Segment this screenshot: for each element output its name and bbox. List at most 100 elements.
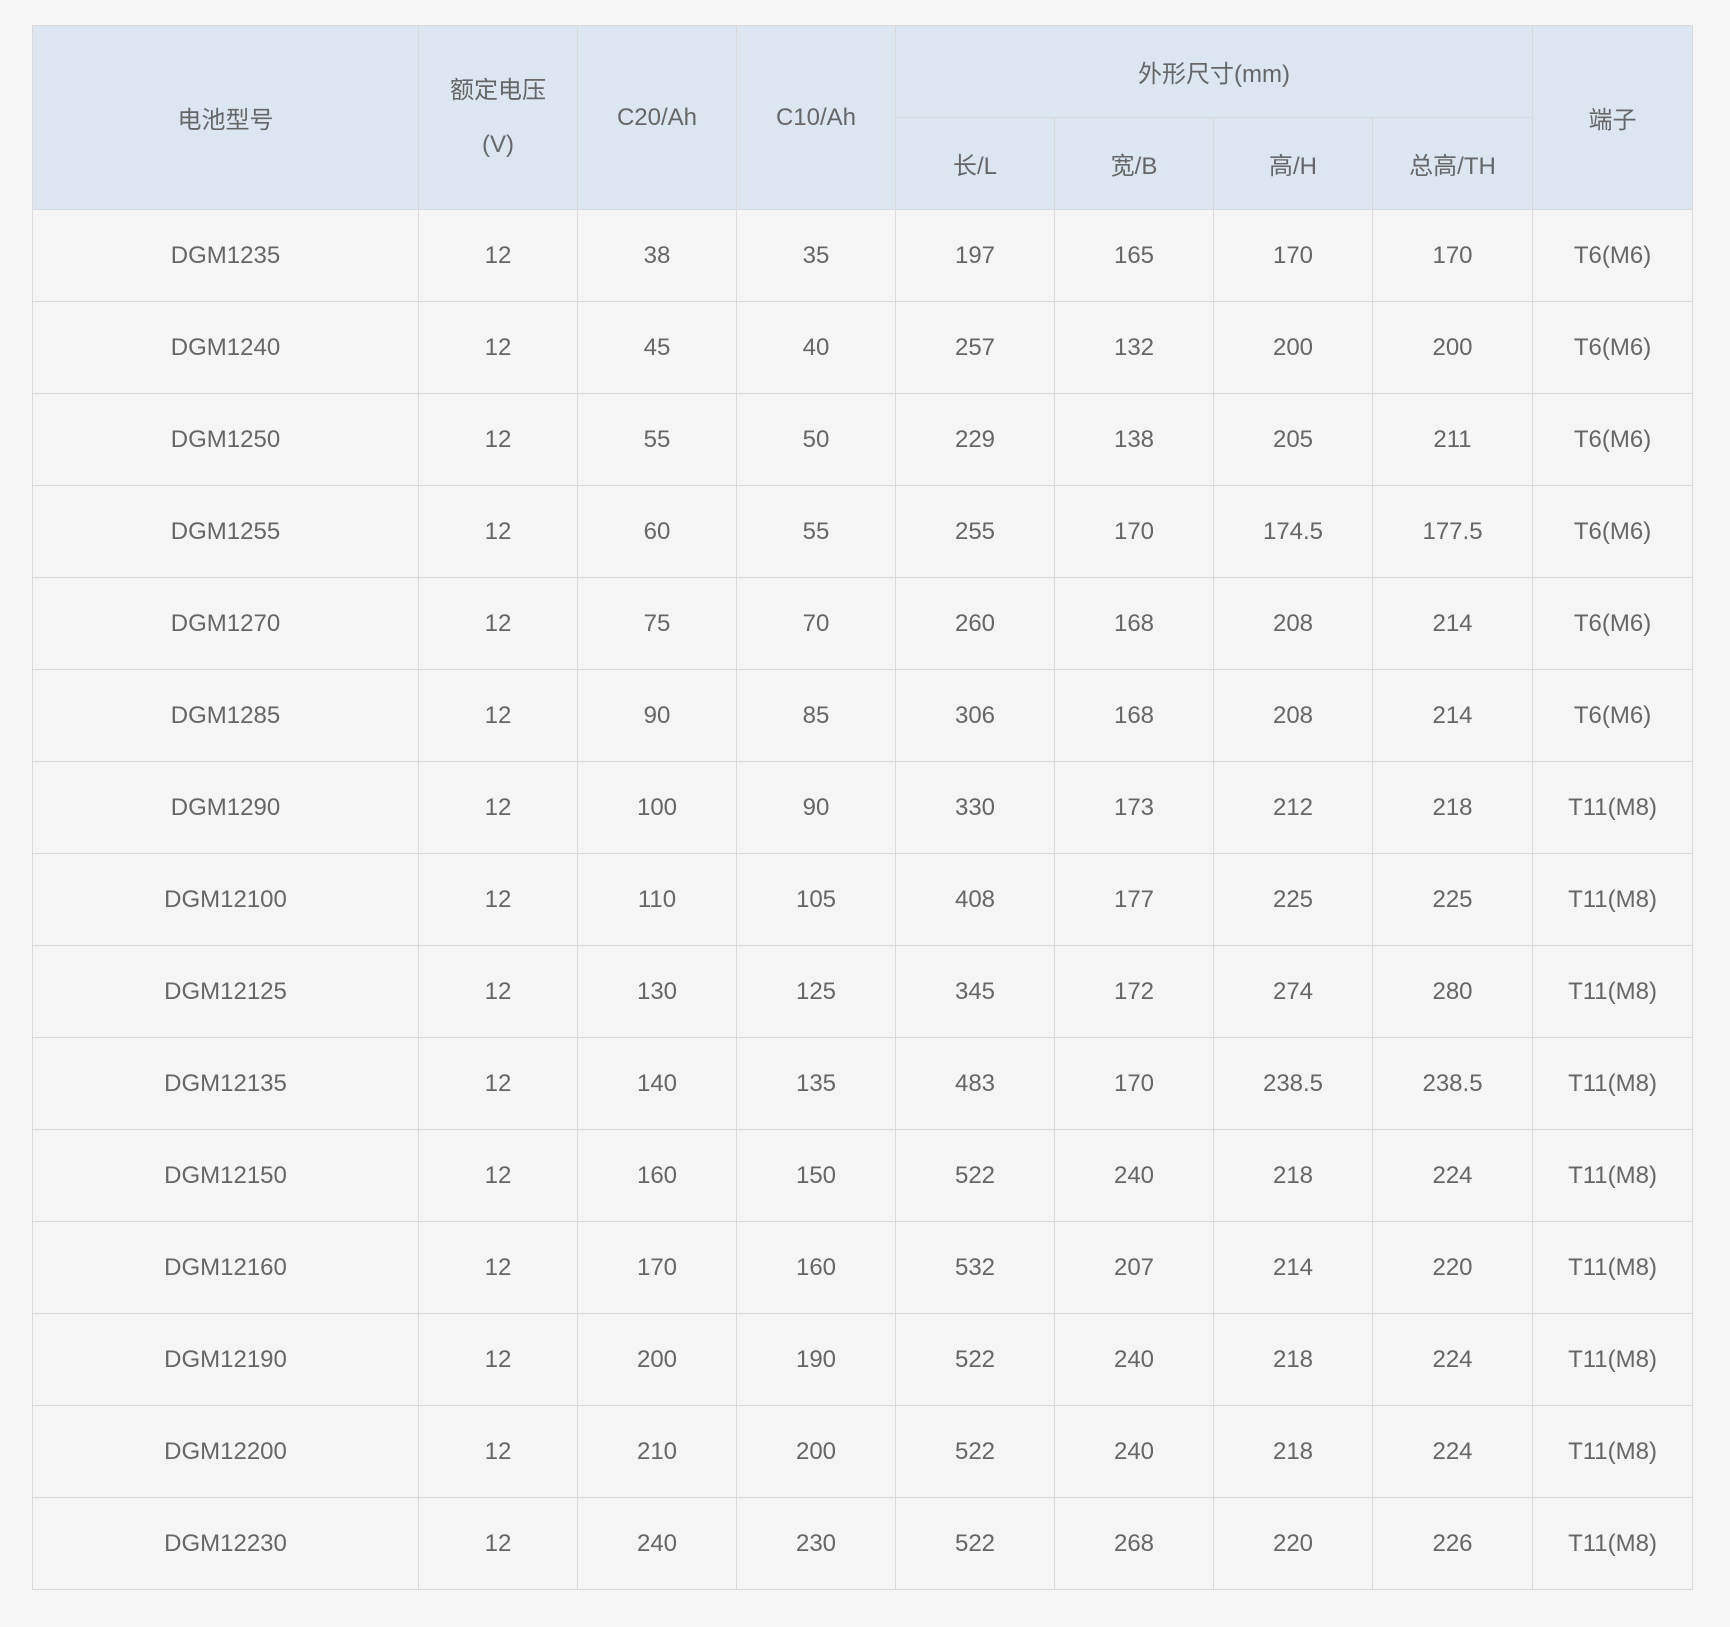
c20-cell: 38 [577,209,737,302]
table-row: DGM12100 12 110 105 408 177 225 225 T11(M8) [32,853,1694,946]
table-row: DGM12135 12 140 135 483 170 238.5 238.5 T11(M8) [32,1037,1694,1130]
height-cell: 200 [1213,301,1373,394]
voltage-cell: 12 [418,761,578,854]
total-height-cell: 225 [1371,853,1534,946]
terminal-cell: T11(M8) [1532,1497,1694,1590]
length-cell: 483 [895,1037,1055,1130]
header-model: 电池型号 [32,25,419,210]
table-row: DGM1255 12 60 55 255 170 174.5 177.5 T6(M6) [32,485,1694,578]
c20-cell: 160 [577,1129,737,1222]
height-cell: 212 [1213,761,1373,854]
terminal-cell: T11(M8) [1532,853,1694,946]
length-cell: 330 [895,761,1055,854]
length-cell: 522 [895,1405,1055,1498]
height-cell: 214 [1213,1221,1373,1314]
voltage-cell: 12 [418,485,578,578]
model-cell: DGM12150 [32,1129,419,1222]
length-cell: 197 [895,209,1055,302]
battery-spec-table: 电池型号 额定电压 (V) C20/Ah C10/Ah 外形尺寸(mm) 端子 … [32,25,1694,1590]
c20-cell: 90 [577,669,737,762]
width-cell: 240 [1054,1405,1214,1498]
c20-cell: 55 [577,393,737,486]
c10-cell: 50 [736,393,896,486]
length-cell: 532 [895,1221,1055,1314]
height-cell: 274 [1213,945,1373,1038]
table-row: DGM12190 12 200 190 522 240 218 224 T11(M8) [32,1313,1694,1406]
header-voltage: 额定电压 (V) [418,25,578,210]
table-row: DGM1285 12 90 85 306 168 208 214 T6(M6) [32,669,1694,762]
header-c10: C10/Ah [736,25,896,210]
model-cell: DGM12135 [32,1037,419,1130]
total-height-cell: 224 [1371,1129,1534,1222]
width-cell: 168 [1054,669,1214,762]
table-row: DGM12200 12 210 200 522 240 218 224 T11(M8) [32,1405,1694,1498]
table-row: DGM1250 12 55 50 229 138 205 211 T6(M6) [32,393,1694,486]
c10-cell: 35 [736,209,896,302]
total-height-cell: 218 [1371,761,1534,854]
c10-cell: 150 [736,1129,896,1222]
model-cell: DGM12230 [32,1497,419,1590]
width-cell: 168 [1054,577,1214,670]
c10-cell: 135 [736,1037,896,1130]
length-cell: 257 [895,301,1055,394]
c10-cell: 90 [736,761,896,854]
model-cell: DGM1285 [32,669,419,762]
header-dimensions: 外形尺寸(mm) [894,25,1534,118]
terminal-cell: T11(M8) [1532,1129,1694,1222]
terminal-cell: T11(M8) [1532,945,1694,1038]
table-row: DGM1240 12 45 40 257 132 200 200 T6(M6) [32,301,1694,394]
voltage-cell: 12 [418,1221,578,1314]
height-cell: 220 [1213,1497,1373,1590]
model-cell: DGM12100 [32,853,419,946]
model-cell: DGM12160 [32,1221,419,1314]
width-cell: 268 [1054,1497,1214,1590]
terminal-cell: T6(M6) [1532,209,1694,302]
c20-cell: 60 [577,485,737,578]
page: 电池型号 额定电压 (V) C20/Ah C10/Ah 外形尺寸(mm) 端子 … [0,0,1730,1627]
terminal-cell: T11(M8) [1532,1221,1694,1314]
voltage-cell: 12 [418,1129,578,1222]
total-height-cell: 220 [1371,1221,1534,1314]
height-cell: 208 [1213,577,1373,670]
c20-cell: 210 [577,1405,737,1498]
terminal-cell: T6(M6) [1532,393,1694,486]
header-width: 宽/B [1054,117,1214,210]
c10-cell: 200 [736,1405,896,1498]
length-cell: 522 [895,1497,1055,1590]
model-cell: DGM12190 [32,1313,419,1406]
header-c20: C20/Ah [577,25,737,210]
height-cell: 208 [1213,669,1373,762]
height-cell: 238.5 [1213,1037,1373,1130]
terminal-cell: T6(M6) [1532,301,1694,394]
total-height-cell: 177.5 [1371,485,1534,578]
model-cell: DGM1290 [32,761,419,854]
table-row: DGM1270 12 75 70 260 168 208 214 T6(M6) [32,577,1694,670]
width-cell: 170 [1054,1037,1214,1130]
header-total-height: 总高/TH [1371,117,1534,210]
total-height-cell: 214 [1371,577,1534,670]
header-voltage-label: 额定电压 [450,76,546,104]
height-cell: 218 [1213,1405,1373,1498]
length-cell: 260 [895,577,1055,670]
c20-cell: 140 [577,1037,737,1130]
c10-cell: 160 [736,1221,896,1314]
table-row: DGM12150 12 160 150 522 240 218 224 T11(M8) [32,1129,1694,1222]
header-height: 高/H [1213,117,1373,210]
length-cell: 345 [895,945,1055,1038]
terminal-cell: T11(M8) [1532,1313,1694,1406]
c20-cell: 200 [577,1313,737,1406]
voltage-cell: 12 [418,393,578,486]
table-header: 电池型号 额定电压 (V) C20/Ah C10/Ah 外形尺寸(mm) 端子 … [32,25,1694,210]
model-cell: DGM1255 [32,485,419,578]
width-cell: 207 [1054,1221,1214,1314]
total-height-cell: 226 [1371,1497,1534,1590]
model-cell: DGM1235 [32,209,419,302]
model-cell: DGM1250 [32,393,419,486]
table-row: DGM12230 12 240 230 522 268 220 226 T11(M8) [32,1497,1694,1590]
voltage-cell: 12 [418,669,578,762]
c10-cell: 40 [736,301,896,394]
height-cell: 205 [1213,393,1373,486]
length-cell: 408 [895,853,1055,946]
model-cell: DGM12200 [32,1405,419,1498]
model-cell: DGM12125 [32,945,419,1038]
